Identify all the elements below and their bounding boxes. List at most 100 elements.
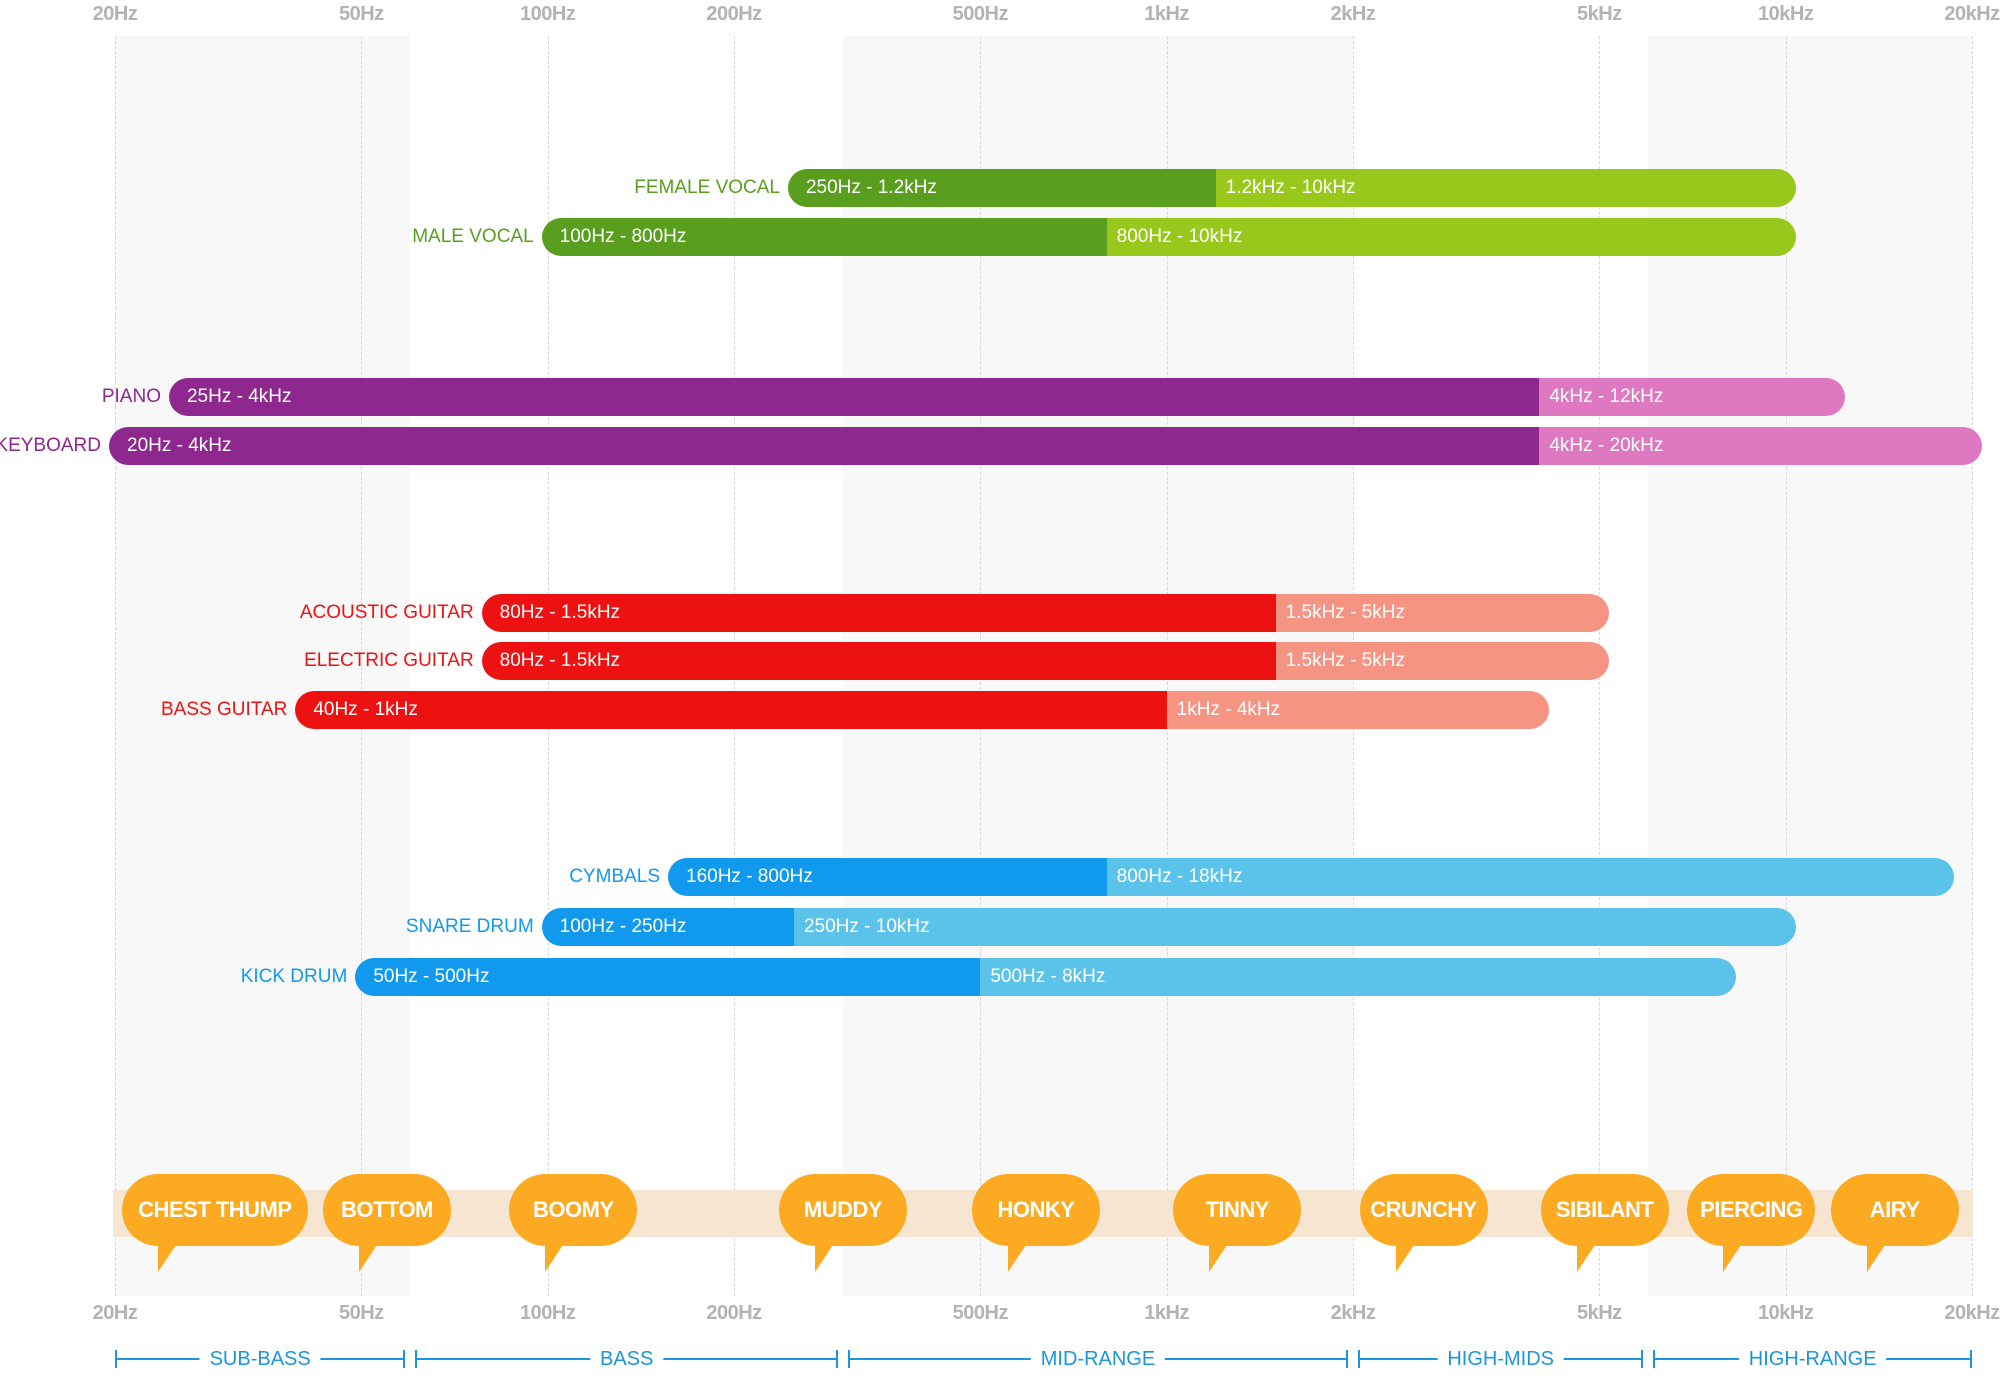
tag-label: CRUNCHY bbox=[1370, 1197, 1477, 1222]
x-tick-label-bottom: 500Hz bbox=[952, 1302, 1009, 1324]
bracket-cap bbox=[415, 1350, 418, 1368]
tag-label: CHEST THUMP bbox=[138, 1197, 292, 1222]
instrument-label: ELECTRIC GUITAR bbox=[304, 650, 474, 671]
bar-segment-core: 100Hz - 800Hz bbox=[541, 218, 1107, 256]
instrument-label: KEYBOARD bbox=[0, 435, 101, 456]
gridline bbox=[115, 36, 116, 1296]
range-label: BASS bbox=[589, 1346, 664, 1372]
bar-segment-core: 250Hz - 1.2kHz bbox=[787, 169, 1216, 207]
speech-tail-icon bbox=[1723, 1242, 1744, 1272]
tag-label: TINNY bbox=[1205, 1197, 1269, 1222]
bracket-cap bbox=[1358, 1350, 1360, 1368]
tag-label: SIBILANT bbox=[1555, 1197, 1654, 1222]
instrument-label: SNARE DRUM bbox=[405, 916, 534, 937]
speech-tail-icon bbox=[1209, 1242, 1230, 1272]
x-tick-label-top: 50Hz bbox=[338, 3, 384, 25]
range-bar: 100Hz - 800Hz 800Hz - 10kHz bbox=[541, 218, 1796, 256]
speech-tail-icon bbox=[157, 1242, 178, 1272]
bar-segment-extended: 1.5kHz - 5kHz bbox=[1285, 602, 1405, 623]
x-tick-label-top: 20Hz bbox=[92, 3, 138, 25]
x-tick-label-top: 1kHz bbox=[1144, 3, 1190, 25]
range-bar: 80Hz - 1.5kHz 1.5kHz - 5kHz bbox=[481, 642, 1610, 680]
bracket-cap bbox=[1969, 1350, 1972, 1368]
frequency-range-bracket: SUB-BASS bbox=[115, 1346, 406, 1372]
bar-segment-core: 160Hz - 800Hz bbox=[668, 858, 1107, 896]
frequency-range-bracket: MID-RANGE bbox=[848, 1346, 1348, 1372]
range-label: HIGH-RANGE bbox=[1738, 1346, 1887, 1372]
speech-tail-icon bbox=[815, 1242, 835, 1272]
bar-segment-core: 40Hz - 1kHz bbox=[295, 691, 1167, 729]
bar-segment-extended: 1kHz - 4kHz bbox=[1176, 699, 1281, 720]
bar-segment-core: 20Hz - 4kHz bbox=[109, 427, 1540, 465]
instrument-label: PIANO bbox=[101, 386, 161, 407]
range-bar: 80Hz - 1.5kHz 1.5kHz - 5kHz bbox=[481, 594, 1610, 632]
speech-tail-icon bbox=[1576, 1242, 1597, 1272]
bracket-cap bbox=[1653, 1350, 1656, 1368]
bar-segment-extended: 4kHz - 12kHz bbox=[1549, 386, 1664, 407]
instrument-label: ACOUSTIC GUITAR bbox=[299, 602, 474, 623]
bracket-cap bbox=[115, 1350, 117, 1368]
speech-tail-icon bbox=[545, 1242, 566, 1272]
tag-bubble: MUDDY bbox=[779, 1174, 907, 1272]
x-tick-label-bottom: 1kHz bbox=[1144, 1302, 1190, 1324]
speech-tail-icon bbox=[1395, 1242, 1416, 1272]
tag-label: BOOMY bbox=[532, 1197, 614, 1222]
bracket-cap bbox=[1641, 1350, 1644, 1368]
frequency-range-bracket: HIGH-MIDS bbox=[1358, 1346, 1644, 1372]
instrument-label: BASS GUITAR bbox=[160, 699, 288, 720]
x-tick-label-top: 5kHz bbox=[1576, 3, 1622, 25]
range-bar: 250Hz - 1.2kHz 1.2kHz - 10kHz bbox=[787, 169, 1796, 207]
tag-label: HONKY bbox=[997, 1197, 1075, 1222]
bar-segment-extended: 800Hz - 10kHz bbox=[1116, 226, 1243, 247]
speech-tail-icon bbox=[358, 1242, 379, 1272]
bar-segment-extended: 1.2kHz - 10kHz bbox=[1225, 177, 1356, 198]
bar-segment-extended: 250Hz - 10kHz bbox=[803, 916, 930, 937]
bracket-cap bbox=[848, 1350, 850, 1368]
x-tick-label-bottom: 200Hz bbox=[706, 1302, 762, 1324]
frequency-range-bracket: HIGH-RANGE bbox=[1653, 1346, 1972, 1372]
tag-label: PIERCING bbox=[1700, 1197, 1803, 1222]
x-tick-label-bottom: 100Hz bbox=[520, 1302, 576, 1324]
tag-bubble: BOTTOM bbox=[322, 1174, 451, 1272]
range-bar: 50Hz - 500Hz 500Hz - 8kHz bbox=[355, 958, 1736, 996]
x-tick-label-top: 20kHz bbox=[1944, 3, 2000, 25]
x-tick-label-bottom: 10kHz bbox=[1758, 1302, 1814, 1324]
bracket-cap bbox=[1345, 1350, 1348, 1368]
x-tick-label-bottom: 20kHz bbox=[1944, 1302, 2000, 1324]
bracket-cap bbox=[403, 1350, 406, 1368]
x-tick-label-bottom: 2kHz bbox=[1330, 1302, 1376, 1324]
tag-bubble: AIRY bbox=[1830, 1174, 1959, 1272]
bar-segment-core: 25Hz - 4kHz bbox=[168, 378, 1540, 416]
tag-bubble: PIERCING bbox=[1687, 1174, 1816, 1272]
tag-bubble: CHEST THUMP bbox=[121, 1174, 308, 1272]
x-tick-label-top: 10kHz bbox=[1758, 3, 1814, 25]
x-tick-label-top: 2kHz bbox=[1330, 3, 1376, 25]
x-tick-label-top: 100Hz bbox=[520, 3, 576, 25]
instrument-label: FEMALE VOCAL bbox=[634, 177, 780, 198]
tag-bubble: SIBILANT bbox=[1540, 1174, 1669, 1272]
range-bar: 100Hz - 250Hz 250Hz - 10kHz bbox=[541, 908, 1796, 946]
bar-segment-core: 50Hz - 500Hz bbox=[355, 958, 981, 996]
bracket-cap bbox=[835, 1350, 838, 1368]
x-tick-label-top: 200Hz bbox=[706, 3, 762, 25]
tag-bubble: BOOMY bbox=[509, 1174, 638, 1272]
speech-tail-icon bbox=[1866, 1242, 1887, 1272]
bar-segment-extended: 1.5kHz - 5kHz bbox=[1285, 650, 1405, 671]
bar-segment-extended: 4kHz - 20kHz bbox=[1549, 435, 1664, 456]
bar-segment-core: 80Hz - 1.5kHz bbox=[481, 642, 1276, 680]
range-label: SUB-BASS bbox=[199, 1346, 321, 1372]
bar-segment-core: 100Hz - 250Hz bbox=[541, 908, 794, 946]
tag-label: AIRY bbox=[1869, 1197, 1920, 1222]
tag-label: MUDDY bbox=[803, 1197, 883, 1222]
x-tick-label-bottom: 20Hz bbox=[92, 1302, 138, 1324]
bar-segment-core: 80Hz - 1.5kHz bbox=[481, 594, 1276, 632]
tag-bubble: TINNY bbox=[1173, 1174, 1302, 1272]
range-bar: 20Hz - 4kHz 4kHz - 20kHz bbox=[109, 427, 1982, 465]
x-tick-label-bottom: 50Hz bbox=[338, 1302, 384, 1324]
instrument-label: KICK DRUM bbox=[240, 966, 348, 987]
x-tick-label-top: 500Hz bbox=[952, 3, 1009, 25]
gridline bbox=[1972, 36, 1973, 1296]
range-bar: 25Hz - 4kHz 4kHz - 12kHz bbox=[168, 378, 1845, 416]
tag-bubble: HONKY bbox=[971, 1174, 1100, 1272]
instrument-label: MALE VOCAL bbox=[412, 226, 534, 247]
